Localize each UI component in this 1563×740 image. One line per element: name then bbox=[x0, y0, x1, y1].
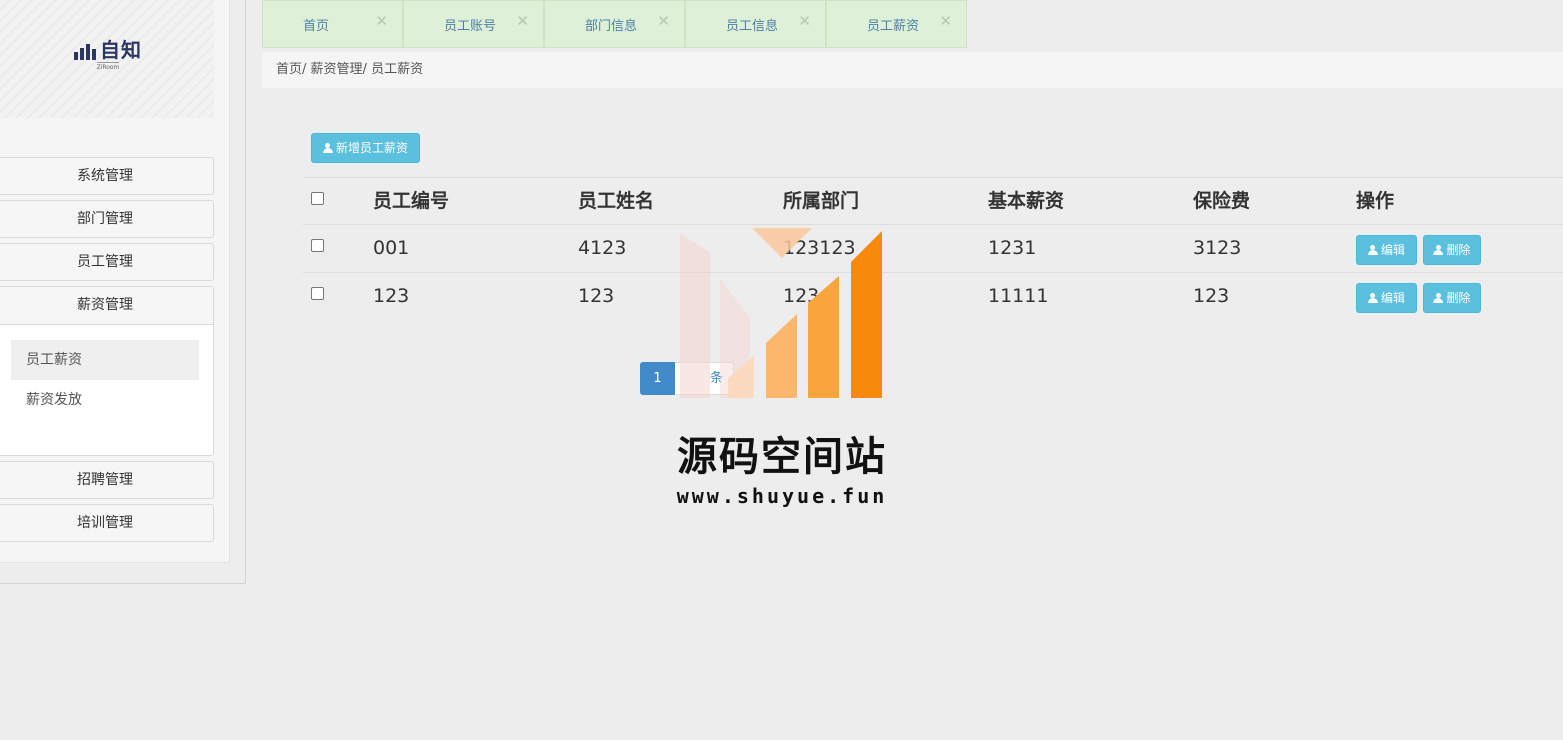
logo-bars-icon bbox=[74, 44, 96, 60]
header-base-salary: 基本薪资 bbox=[988, 190, 1065, 212]
logo-subtitle: ZiRoom bbox=[96, 62, 120, 71]
sidebar-salary-panel: 薪资管理 员工薪资 薪资发放 bbox=[0, 286, 214, 456]
breadcrumb-salary-management[interactable]: 薪资管理/ bbox=[311, 62, 367, 77]
user-icon bbox=[1433, 293, 1444, 303]
user-icon bbox=[1367, 293, 1378, 303]
tab-employee-salary[interactable]: 员工薪资 ✕ bbox=[826, 0, 967, 48]
delete-label: 删除 bbox=[1446, 291, 1471, 305]
cell-employee-id: 001 bbox=[373, 237, 410, 259]
tab-label: 首页 bbox=[303, 19, 330, 34]
sidebar-panel: 自知 ZiRoom 系统管理 部门管理 员工管理 薪资管理 员工薪资 薪资发放 … bbox=[0, 0, 230, 563]
close-icon[interactable]: ✕ bbox=[657, 12, 670, 30]
close-icon[interactable]: ✕ bbox=[375, 12, 388, 30]
pagination: 1 条 bbox=[640, 362, 734, 395]
cell-department: 123123 bbox=[783, 237, 856, 259]
sidebar-item-employee[interactable]: 员工管理 bbox=[0, 243, 214, 281]
delete-button[interactable]: 删除 bbox=[1423, 235, 1481, 265]
close-icon[interactable]: ✕ bbox=[798, 12, 811, 30]
sidebar-item-salary[interactable]: 薪资管理 bbox=[0, 287, 213, 325]
add-button-label: 新增员工薪资 bbox=[335, 141, 408, 155]
logo-area: 自知 ZiRoom bbox=[0, 0, 214, 118]
table-header-row: 员工编号 员工姓名 所属部门 基本薪资 保险费 操作 bbox=[303, 177, 1563, 224]
cell-employee-name: 4123 bbox=[578, 237, 627, 259]
watermark-url: www.shuyue.fun bbox=[676, 484, 888, 508]
sidebar-subitem-employee-salary[interactable]: 员工薪资 bbox=[11, 340, 199, 380]
watermark-title: 源码空间站 bbox=[677, 434, 887, 480]
add-employee-salary-button[interactable]: 新增员工薪资 bbox=[311, 133, 420, 163]
edit-label: 编辑 bbox=[1380, 291, 1405, 305]
tab-label: 员工薪资 bbox=[867, 19, 920, 34]
header-department: 所属部门 bbox=[783, 190, 860, 212]
delete-label: 删除 bbox=[1446, 243, 1471, 257]
logo: 自知 ZiRoom bbox=[74, 40, 142, 71]
cell-employee-id: 123 bbox=[373, 285, 410, 307]
cell-base-salary: 11111 bbox=[988, 285, 1049, 307]
tab-home[interactable]: 首页 ✕ bbox=[262, 0, 403, 48]
select-all-checkbox[interactable] bbox=[311, 192, 324, 205]
tab-label: 部门信息 bbox=[585, 19, 638, 34]
row-checkbox[interactable] bbox=[311, 239, 324, 252]
delete-button[interactable]: 删除 bbox=[1423, 283, 1481, 313]
header-actions: 操作 bbox=[1356, 190, 1395, 212]
cell-insurance: 123 bbox=[1193, 285, 1230, 307]
sidebar: 自知 ZiRoom 系统管理 部门管理 员工管理 薪资管理 员工薪资 薪资发放 … bbox=[0, 0, 246, 584]
user-icon bbox=[322, 143, 333, 153]
sidebar-item-system[interactable]: 系统管理 bbox=[0, 157, 214, 195]
close-icon[interactable]: ✕ bbox=[516, 12, 529, 30]
pagination-info: 条 bbox=[675, 362, 734, 395]
tab-label: 员工信息 bbox=[726, 19, 779, 34]
edit-button[interactable]: 编辑 bbox=[1356, 235, 1417, 265]
header-employee-id: 员工编号 bbox=[373, 190, 450, 212]
header-employee-name: 员工姓名 bbox=[578, 190, 655, 212]
cell-insurance: 3123 bbox=[1193, 237, 1242, 259]
cell-base-salary: 1231 bbox=[988, 237, 1037, 259]
table-row: 001 4123 123123 1231 3123 编辑 删除 bbox=[303, 224, 1563, 272]
user-icon bbox=[1433, 245, 1444, 255]
tab-department-info[interactable]: 部门信息 ✕ bbox=[544, 0, 685, 48]
sidebar-subitem-salary-payment[interactable]: 薪资发放 bbox=[11, 380, 199, 420]
breadcrumb: 首页/ 薪资管理/ 员工薪资 bbox=[262, 52, 1563, 88]
edit-button[interactable]: 编辑 bbox=[1356, 283, 1417, 313]
edit-label: 编辑 bbox=[1380, 243, 1405, 257]
logo-text: 自知 bbox=[100, 38, 142, 62]
page-1-button[interactable]: 1 bbox=[640, 362, 675, 395]
salary-table: 员工编号 员工姓名 所属部门 基本薪资 保险费 操作 001 4123 1231… bbox=[303, 177, 1563, 320]
header-insurance: 保险费 bbox=[1193, 190, 1251, 212]
breadcrumb-home[interactable]: 首页/ bbox=[276, 62, 306, 77]
sidebar-item-department[interactable]: 部门管理 bbox=[0, 200, 214, 238]
tab-label: 员工账号 bbox=[444, 19, 497, 34]
sidebar-item-training[interactable]: 培训管理 bbox=[0, 504, 214, 542]
breadcrumb-employee-salary: 员工薪资 bbox=[371, 62, 424, 77]
tab-employee-info[interactable]: 员工信息 ✕ bbox=[685, 0, 826, 48]
table-row: 123 123 123 11111 123 编辑 删除 bbox=[303, 272, 1563, 320]
close-icon[interactable]: ✕ bbox=[939, 12, 952, 30]
cell-employee-name: 123 bbox=[578, 285, 615, 307]
cell-department: 123 bbox=[783, 285, 820, 307]
row-checkbox[interactable] bbox=[311, 287, 324, 300]
tab-bar: 首页 ✕ 员工账号 ✕ 部门信息 ✕ 员工信息 ✕ 员工薪资 ✕ bbox=[262, 0, 967, 48]
user-icon bbox=[1367, 245, 1378, 255]
tab-employee-account[interactable]: 员工账号 ✕ bbox=[403, 0, 544, 48]
sidebar-item-recruitment[interactable]: 招聘管理 bbox=[0, 461, 214, 499]
